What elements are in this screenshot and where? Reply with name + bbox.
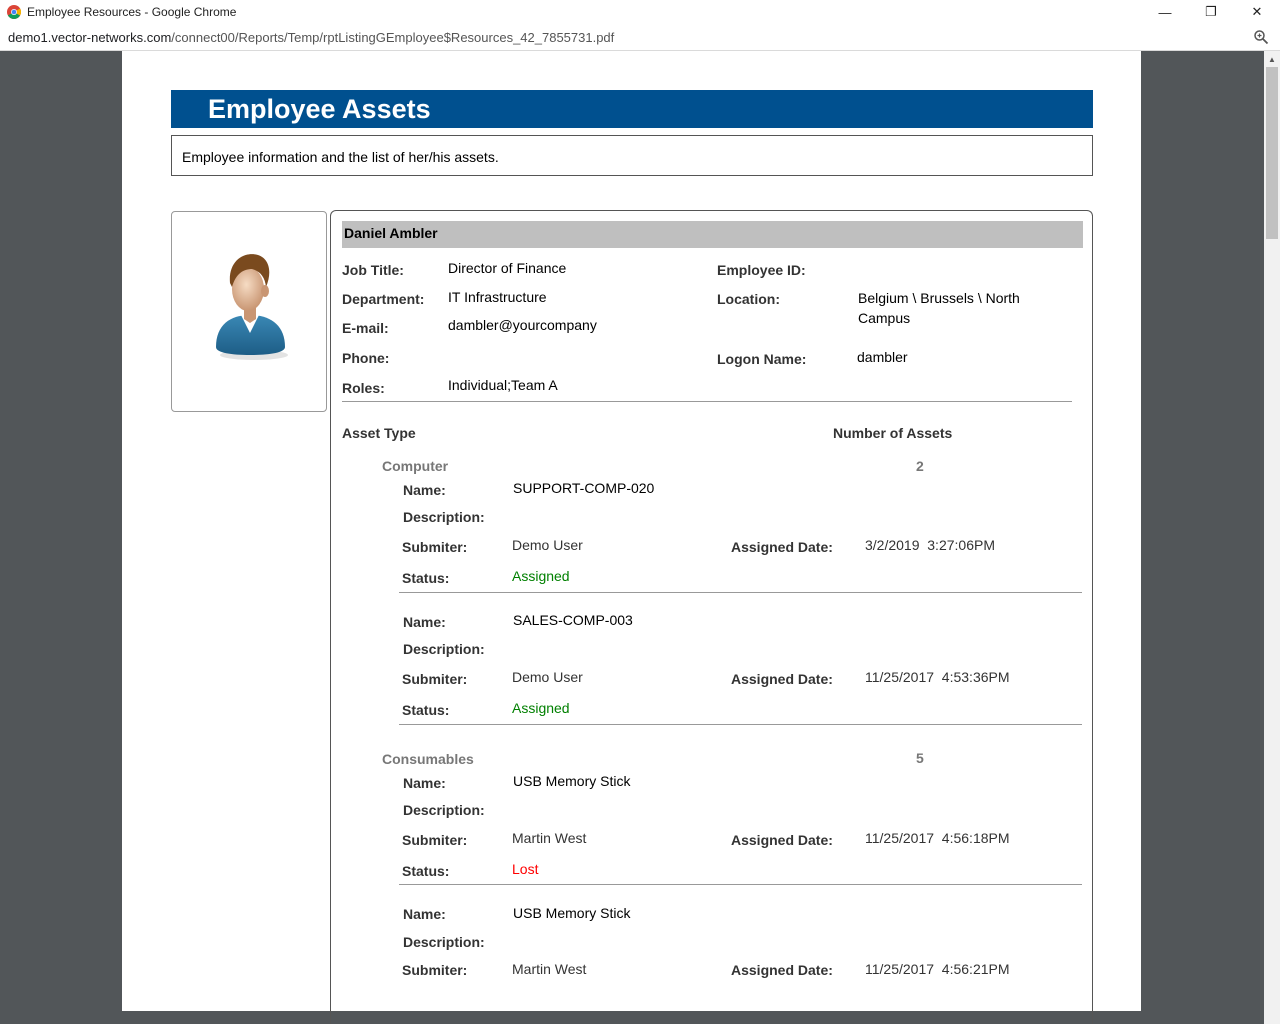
asset-divider [399,884,1082,885]
job-title-label: Job Title: [342,262,404,278]
asset-submitter-value: Martin West [512,961,587,977]
department-value: IT Infrastructure [448,289,547,305]
avatar-icon [216,254,288,360]
roles-label: Roles: [342,380,385,396]
phone-label: Phone: [342,350,390,366]
asset-assigned-date-label: Assigned Date: [731,671,833,687]
roles-value: Individual;Team A [448,377,558,393]
logon-name-label: Logon Name: [717,351,807,367]
asset-status-label: Status: [402,570,450,586]
asset-name-label: Name: [403,482,446,498]
employee-id-label: Employee ID: [717,262,806,278]
asset-submitter-label: Submiter: [402,832,468,848]
asset-assigned-date-value: 11/25/2017 4:56:21PM [865,961,1010,977]
asset-status-label: Status: [402,863,450,879]
asset-submitter-label: Submiter: [402,539,468,555]
asset-assigned-date-label: Assigned Date: [731,832,833,848]
asset-status-label: Status: [402,702,450,718]
employee-name: Daniel Ambler [344,225,438,241]
location-value-line2: Campus [858,310,911,326]
asset-count-header: Number of Assets [833,425,953,441]
asset-assigned-date-label: Assigned Date: [731,539,833,555]
report-title: Employee Assets [208,94,431,124]
scroll-thumb[interactable] [1266,67,1278,239]
asset-group-count: 2 [916,458,924,474]
minimize-button[interactable]: — [1142,0,1188,24]
asset-group-type: Consumables [382,751,474,767]
asset-description-label: Description: [403,934,485,950]
job-title-value: Director of Finance [448,260,567,276]
email-value: dambler@yourcompany [448,317,597,333]
location-label: Location: [717,291,780,307]
location-value-line1: Belgium \ Brussels \ North [858,290,1020,306]
url-host: demo1.vector-networks.com [8,30,172,45]
chrome-logo-icon [7,5,21,19]
asset-name-value: USB Memory Stick [513,773,631,789]
asset-submitter-label: Submiter: [402,962,468,978]
zoom-icon[interactable] [1253,29,1269,45]
asset-name-value: SALES-COMP-003 [513,612,633,628]
asset-description-label: Description: [403,509,485,525]
asset-submitter-value: Martin West [512,830,587,846]
asset-assigned-date-value: 3/2/2019 3:27:06PM [865,537,995,553]
vertical-scrollbar[interactable]: ▲ [1264,51,1280,1024]
asset-status-value: Assigned [512,568,570,584]
window-titlebar: Employee Resources - Google Chrome — ❐ ✕ [0,0,1280,24]
address-bar[interactable]: demo1.vector-networks.com/connect00/Repo… [0,24,1280,51]
asset-type-header: Asset Type [342,425,416,441]
asset-divider [399,724,1082,725]
asset-assigned-date-label: Assigned Date: [731,962,833,978]
asset-status-value: Lost [512,861,539,877]
asset-group-type: Computer [382,458,449,474]
department-label: Department: [342,291,425,307]
pdf-page: Employee Assets Employee information and… [122,51,1141,1024]
scroll-up-arrow-icon[interactable]: ▲ [1264,51,1280,67]
restore-button[interactable]: ❐ [1188,0,1234,24]
window-title: Employee Resources - Google Chrome [27,5,237,19]
asset-description-label: Description: [403,641,485,657]
asset-name-value: USB Memory Stick [513,905,631,921]
divider [342,401,1072,402]
asset-name-value: SUPPORT-COMP-020 [513,480,655,496]
employee-name-bar: Daniel Ambler [342,221,1083,248]
asset-assigned-date-value: 11/25/2017 4:56:18PM [865,830,1010,846]
asset-submitter-label: Submiter: [402,671,468,687]
asset-assigned-date-value: 11/25/2017 4:53:36PM [865,669,1010,685]
asset-divider [399,592,1082,593]
asset-group-count: 5 [916,750,924,766]
asset-submitter-value: Demo User [512,537,583,553]
url-path: /connect00/Reports/Temp/rptListingGEmplo… [171,30,615,45]
asset-status-value: Assigned [512,700,570,716]
employee-photo-frame [171,211,327,412]
email-label: E-mail: [342,320,389,336]
asset-name-label: Name: [403,775,446,791]
report-description: Employee information and the list of her… [182,149,499,165]
close-button[interactable]: ✕ [1234,0,1280,24]
report-header: Employee Assets [171,90,1093,128]
employee-details-panel: Daniel Ambler Job Title: Director of Fin… [330,210,1093,1024]
asset-submitter-value: Demo User [512,669,583,685]
logon-name-value: dambler [857,349,908,365]
asset-description-label: Description: [403,802,485,818]
asset-name-label: Name: [403,906,446,922]
report-description-box: Employee information and the list of her… [171,135,1093,176]
asset-name-label: Name: [403,614,446,630]
url-text[interactable]: demo1.vector-networks.com/connect00/Repo… [8,30,614,45]
